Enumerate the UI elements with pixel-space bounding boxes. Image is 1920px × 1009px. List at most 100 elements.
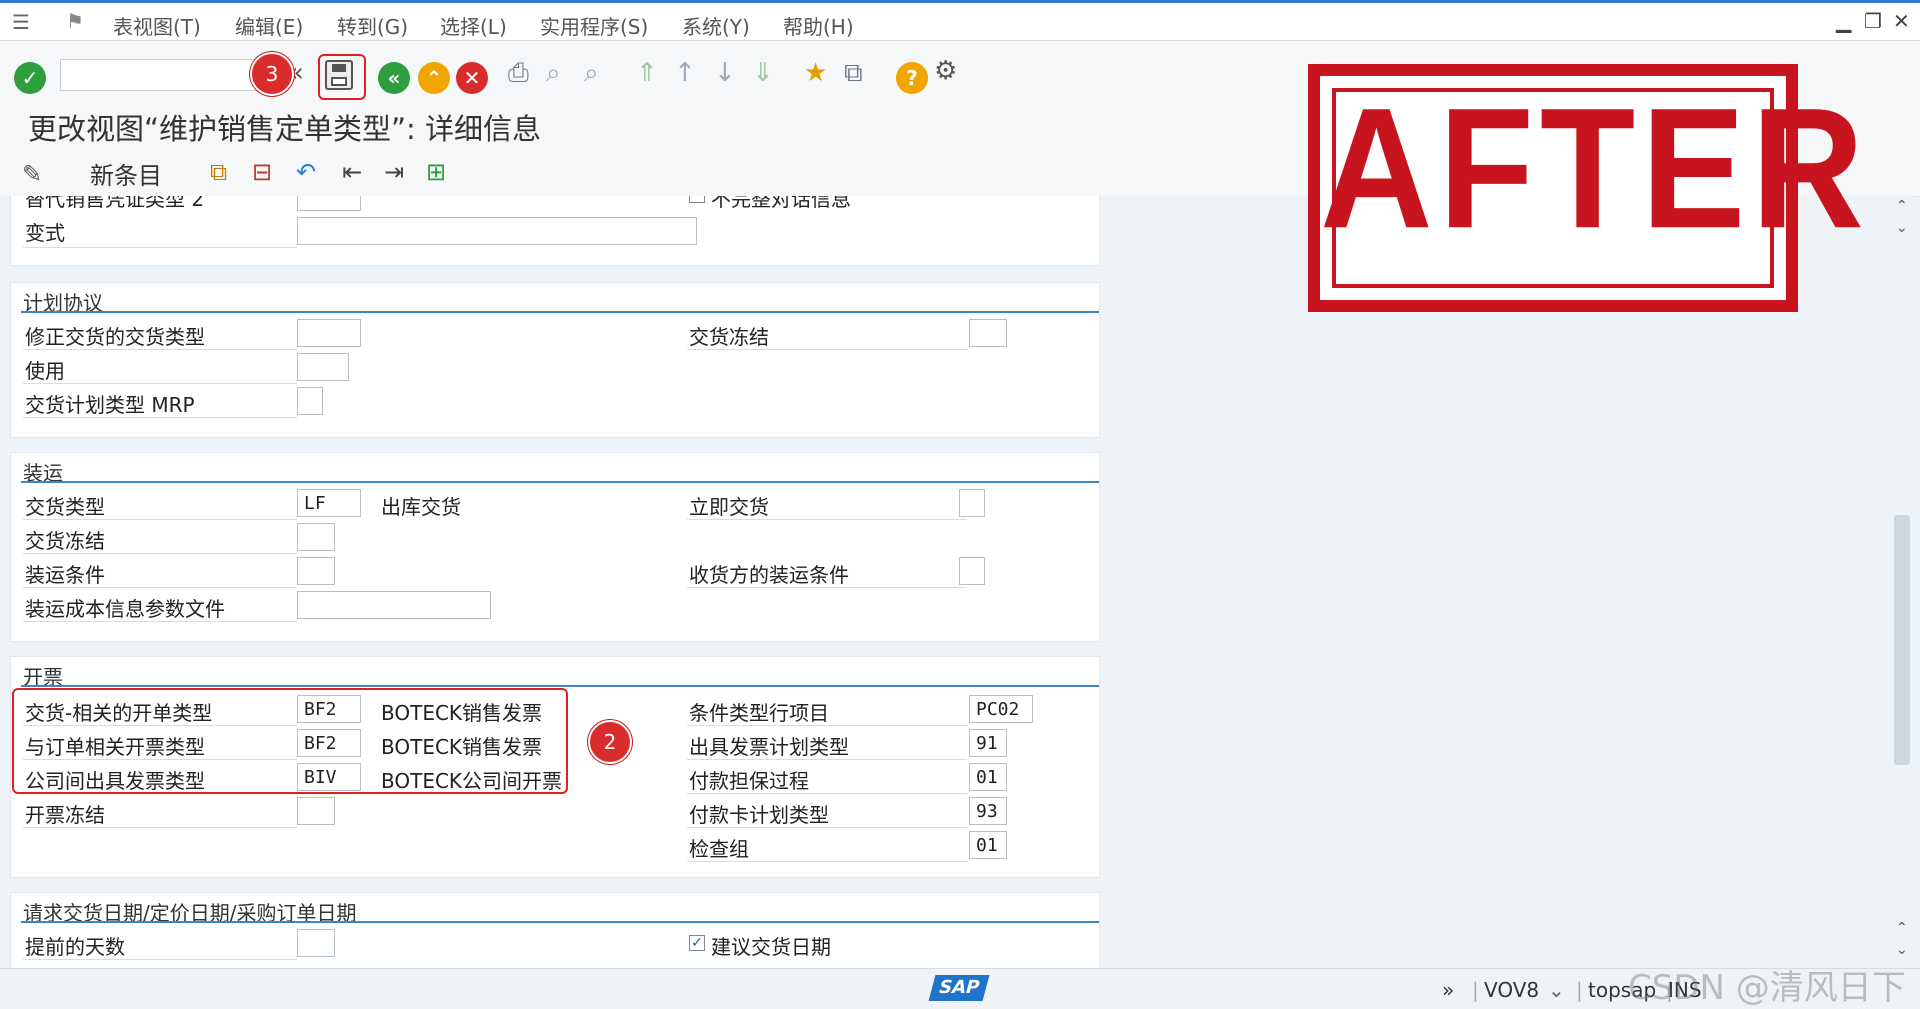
shipping-conditions-field[interactable] bbox=[297, 557, 335, 585]
variant-field[interactable] bbox=[297, 217, 697, 245]
first-page-icon[interactable]: ⇑ bbox=[636, 58, 658, 88]
undo-icon[interactable]: ↶ bbox=[296, 158, 316, 186]
enter-check-icon[interactable]: ✓ bbox=[14, 62, 46, 94]
propose-delivery-date-checkbox[interactable]: ✓ bbox=[689, 935, 705, 951]
lead-days-label: 提前的天数 bbox=[25, 935, 125, 959]
menu-system[interactable]: 系统(Y) bbox=[682, 11, 750, 40]
page-title: 更改视图“维护销售定单类型”: 详细信息 bbox=[28, 112, 542, 146]
menu-selection[interactable]: 选择(L) bbox=[440, 11, 507, 40]
group-dates: 请求交货日期/定价日期/采购订单日期 提前的天数 ✓ 建议交货日期 bbox=[10, 892, 1100, 968]
variant-label: 变式 bbox=[25, 221, 65, 245]
transport-icon[interactable]: ⊞ bbox=[426, 158, 446, 186]
lead-days-field[interactable] bbox=[297, 929, 335, 957]
help-icon[interactable]: ? bbox=[896, 62, 928, 94]
payment-card-plan-label: 付款卡计划类型 bbox=[689, 803, 829, 827]
menu-goto[interactable]: 转到(G) bbox=[337, 11, 408, 40]
immediate-delivery-field[interactable] bbox=[959, 489, 985, 517]
delivery-type-desc: 出库交货 bbox=[381, 495, 461, 519]
billing-plan-type-label: 出具发票计划类型 bbox=[689, 735, 849, 759]
group-top-partial: 替代销售凭证类型 2 不完整对话信息 变式 bbox=[10, 196, 1100, 266]
shipping-delivery-block-field[interactable] bbox=[297, 523, 335, 551]
status-tcode[interactable]: VOV8 bbox=[1484, 978, 1539, 1002]
app-menu-icon[interactable]: ☰ bbox=[12, 10, 30, 34]
after-stamp: AFTER bbox=[1308, 64, 1870, 312]
copy-as-icon[interactable]: ⧉ bbox=[210, 158, 227, 186]
payment-guarantee-field[interactable]: 01 bbox=[969, 763, 1007, 791]
condition-type-line-label: 条件类型行项目 bbox=[689, 701, 829, 725]
propose-delivery-date-label: 建议交货日期 bbox=[711, 935, 831, 959]
payment-guarantee-label: 付款担保过程 bbox=[689, 769, 809, 793]
alt-doc-type-label: 替代销售凭证类型 2 bbox=[25, 196, 205, 211]
delivery-type-field[interactable]: LF bbox=[297, 489, 361, 517]
billing-highlight-box bbox=[12, 688, 568, 794]
group-shipping: 装运 交货类型 LF 出库交货 交货冻结 装运条件 装运成本信息参数文件 立即交… bbox=[10, 452, 1100, 642]
next-entry-icon[interactable]: ⇥ bbox=[384, 158, 404, 186]
ship-to-conditions-label: 收货方的装运条件 bbox=[689, 563, 849, 587]
delete-icon[interactable]: ⊟ bbox=[252, 158, 272, 186]
shipping-delivery-block-label: 交货冻结 bbox=[25, 529, 105, 553]
shipping-conditions-label: 装运条件 bbox=[25, 563, 105, 587]
save-highlight-box bbox=[318, 54, 366, 100]
create-session-icon[interactable]: ★ bbox=[804, 58, 827, 88]
shortcut-icon[interactable]: ⧉ bbox=[844, 58, 863, 89]
next-page-icon[interactable]: ↓ bbox=[714, 58, 736, 88]
csdn-watermark: CSDN @清风日下 bbox=[1628, 968, 1906, 1008]
delivery-type-label: 交货类型 bbox=[25, 495, 105, 519]
find-icon[interactable]: ⌕ bbox=[546, 58, 561, 89]
incomplete-dialog-checkbox[interactable] bbox=[689, 196, 705, 203]
restore-icon[interactable]: ❐ bbox=[1864, 9, 1882, 33]
checking-group-field[interactable]: 01 bbox=[969, 831, 1007, 859]
last-page-icon[interactable]: ⇓ bbox=[752, 58, 774, 88]
shipping-cost-profile-field[interactable] bbox=[297, 591, 491, 619]
billing-plan-type-field[interactable]: 91 bbox=[969, 729, 1007, 757]
sched-delivery-block-field[interactable] bbox=[969, 319, 1007, 347]
scroll-down-small-icon[interactable]: ⌄ bbox=[1896, 220, 1908, 236]
sap-pin-icon[interactable]: ⚑ bbox=[66, 9, 84, 33]
usage-field[interactable] bbox=[297, 353, 349, 381]
ship-to-conditions-field[interactable] bbox=[959, 557, 985, 585]
group-scheduling-agreement: 计划协议 修正交货的交货类型 使用 交货计划类型 MRP 交货冻结 bbox=[10, 282, 1100, 438]
display-change-icon[interactable]: ✎ bbox=[22, 160, 42, 188]
scroll-down-icon[interactable]: ⌄ bbox=[1896, 942, 1908, 958]
cancel-icon[interactable]: ✕ bbox=[456, 62, 488, 94]
menu-help[interactable]: 帮助(H) bbox=[783, 11, 854, 40]
correction-delivery-type-field[interactable] bbox=[297, 319, 361, 347]
billing-block-field[interactable] bbox=[297, 797, 335, 825]
previous-page-icon[interactable]: ↑ bbox=[674, 58, 696, 88]
menu-utilities[interactable]: 实用程序(S) bbox=[540, 11, 648, 40]
new-entries-button[interactable]: 新条目 bbox=[90, 156, 162, 191]
billing-block-label: 开票冻结 bbox=[25, 803, 105, 827]
correction-delivery-type-label: 修正交货的交货类型 bbox=[25, 325, 205, 349]
mrp-delivery-schedule-field[interactable] bbox=[297, 387, 323, 415]
usage-label: 使用 bbox=[25, 359, 65, 383]
find-next-icon[interactable]: ⌕ bbox=[584, 58, 599, 89]
condition-type-line-field[interactable]: PC02 bbox=[969, 695, 1033, 723]
exit-icon[interactable]: ⌃ bbox=[418, 62, 450, 94]
print-icon[interactable]: ⎙ bbox=[508, 58, 529, 89]
scroll-up-bottom-icon[interactable]: ⌃ bbox=[1896, 920, 1908, 936]
after-stamp-text: AFTER bbox=[1320, 73, 1870, 265]
step-2-badge: 2 bbox=[588, 720, 632, 764]
previous-entry-icon[interactable]: ⇤ bbox=[342, 158, 362, 186]
menu-table-view[interactable]: 表视图(T) bbox=[113, 11, 201, 40]
scroll-up-icon[interactable]: ⌃ bbox=[1896, 198, 1908, 214]
sap-logo: SAP bbox=[928, 975, 990, 1001]
shipping-cost-profile-label: 装运成本信息参数文件 bbox=[25, 597, 225, 621]
payment-card-plan-field[interactable]: 93 bbox=[969, 797, 1007, 825]
back-icon[interactable]: « bbox=[378, 62, 410, 94]
step-3-badge: 3 bbox=[250, 52, 294, 96]
close-icon[interactable]: ✕ bbox=[1893, 9, 1910, 33]
status-expand-icon[interactable]: » bbox=[1442, 978, 1454, 1002]
menu-edit[interactable]: 编辑(E) bbox=[235, 11, 303, 40]
settings-gear-icon[interactable]: ⚙ bbox=[934, 56, 957, 86]
alt-doc-type-field[interactable] bbox=[297, 196, 361, 211]
command-field[interactable] bbox=[60, 59, 260, 91]
menu-bar: ☰ ⚑ 表视图(T) 编辑(E) 转到(G) 选择(L) 实用程序(S) 系统(… bbox=[0, 0, 1920, 41]
incomplete-dialog-label: 不完整对话信息 bbox=[711, 196, 851, 211]
sched-delivery-block-label: 交货冻结 bbox=[689, 325, 769, 349]
minimize-icon[interactable]: ▁ bbox=[1836, 9, 1851, 33]
scrollbar-thumb[interactable] bbox=[1894, 515, 1910, 765]
immediate-delivery-label: 立即交货 bbox=[689, 495, 769, 519]
status-tcode-dropdown-icon[interactable]: ⌄ bbox=[1548, 978, 1565, 1002]
mrp-delivery-schedule-label: 交货计划类型 MRP bbox=[25, 393, 195, 417]
